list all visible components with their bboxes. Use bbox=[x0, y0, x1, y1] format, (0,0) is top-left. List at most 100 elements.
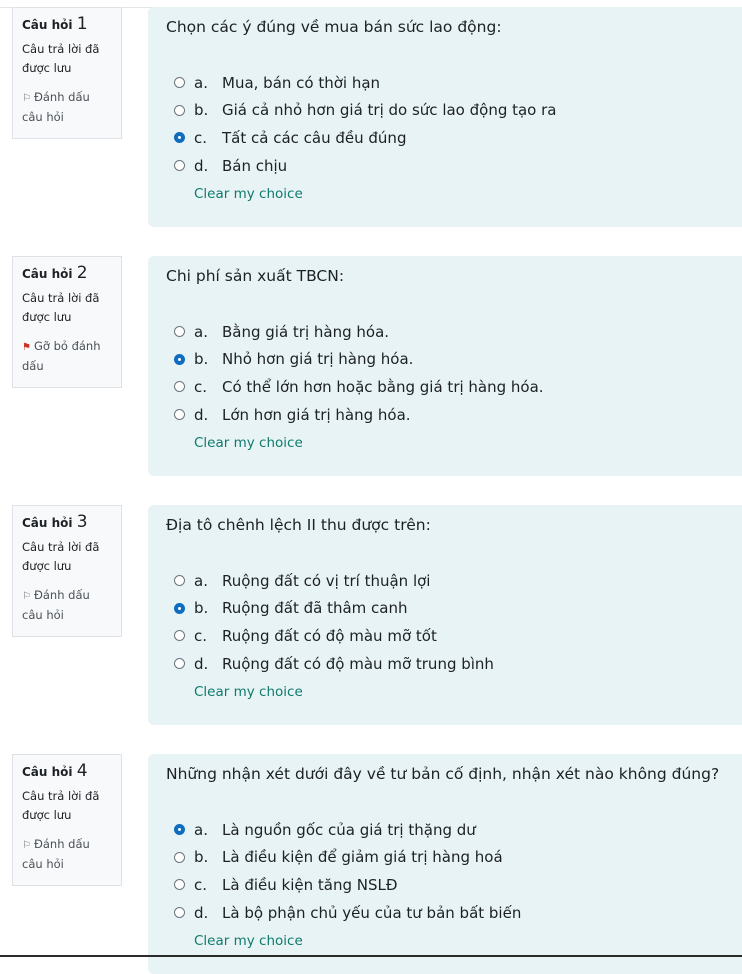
flag-question-link[interactable]: ⚐ Đánh dấu câu hỏi bbox=[22, 835, 112, 874]
unflag-question-link[interactable]: ⚑ Gỡ bỏ đánh dấu bbox=[22, 337, 112, 376]
answer-text: Là điều kiện để giảm giá trị hàng hoá bbox=[222, 848, 503, 867]
answer-radio-selected[interactable] bbox=[174, 602, 185, 614]
answer-text: Ruộng đất đã thâm canh bbox=[222, 599, 408, 618]
answer-text: Mua, bán có thời hạn bbox=[222, 73, 381, 92]
answer-list: a. Bằng giá trị hàng hóa. b. Nhỏ hơn giá… bbox=[166, 318, 742, 428]
question-number-heading: Câu hỏi 1 bbox=[22, 14, 112, 35]
question-info: Câu hỏi 4 Câu trả lời đã được lưu ⚐ Đánh … bbox=[12, 754, 122, 886]
answer-option-c[interactable]: c. Ruộng đất có độ màu mỡ tốt bbox=[166, 622, 742, 650]
clear-choice-link[interactable]: Clear my choice bbox=[194, 932, 742, 950]
answer-option-c[interactable]: c. Có thể lớn hơn hoặc bằng giá trị hàng… bbox=[166, 373, 742, 401]
answer-text: Là bộ phận chủ yếu của tư bản bất biến bbox=[222, 903, 522, 922]
answer-list: a. Là nguồn gốc của giá trị thặng dư b. … bbox=[166, 816, 742, 926]
flag-label: Đánh dấu câu hỏi bbox=[22, 588, 90, 622]
flag-outline-icon: ⚐ bbox=[22, 840, 31, 851]
answer-option-c[interactable]: c. Tất cả các câu đều đúng bbox=[166, 124, 742, 152]
answer-option-d[interactable]: d. Ruộng đất có độ màu mỡ trung bình bbox=[166, 650, 742, 678]
answer-radio[interactable] bbox=[174, 851, 185, 863]
answer-text: Tất cả các câu đều đúng bbox=[222, 128, 407, 147]
answer-letter: c. bbox=[194, 626, 208, 645]
answer-letter: a. bbox=[194, 73, 208, 92]
answer-text: Có thể lớn hơn hoặc bằng giá trị hàng hó… bbox=[222, 377, 544, 396]
answer-text: Ruộng đất có độ màu mỡ tốt bbox=[222, 626, 437, 645]
answer-radio-selected[interactable] bbox=[174, 353, 185, 365]
question-content: Địa tô chênh lệch II thu được trên: a. R… bbox=[148, 505, 742, 725]
flag-question-link[interactable]: ⚐ Đánh dấu câu hỏi bbox=[22, 88, 112, 127]
answer-letter: a. bbox=[194, 820, 208, 839]
answer-letter: c. bbox=[194, 875, 208, 894]
question-number: 1 bbox=[76, 14, 88, 34]
question-number-heading: Câu hỏi 3 bbox=[22, 512, 112, 533]
question-state: Câu trả lời đã được lưu bbox=[22, 42, 100, 75]
answer-radio[interactable] bbox=[174, 77, 185, 89]
answer-option-b[interactable]: b. Giá cả nhỏ hơn giá trị do sức lao độn… bbox=[166, 97, 742, 125]
question-label: Câu hỏi bbox=[22, 516, 73, 530]
answer-letter: b. bbox=[194, 350, 209, 369]
flag-label: Đánh dấu câu hỏi bbox=[22, 837, 90, 871]
answer-letter: b. bbox=[194, 599, 209, 618]
answer-letter: b. bbox=[194, 101, 209, 120]
answer-option-d[interactable]: d. Bán chịu bbox=[166, 152, 742, 180]
question-state: Câu trả lời đã được lưu bbox=[22, 540, 100, 573]
question-content: Những nhận xét dưới đây về tư bản cố địn… bbox=[148, 754, 742, 974]
answer-radio-selected[interactable] bbox=[174, 824, 185, 836]
answer-radio[interactable] bbox=[174, 160, 185, 172]
question-state: Câu trả lời đã được lưu bbox=[22, 789, 100, 822]
answer-text: Bán chịu bbox=[222, 156, 288, 175]
answer-radio[interactable] bbox=[174, 907, 185, 919]
answer-option-c[interactable]: c. Là điều kiện tăng NSLĐ bbox=[166, 871, 742, 899]
answer-list: a. Ruộng đất có vị trí thuận lợi b. Ruộn… bbox=[166, 567, 742, 677]
answer-radio[interactable] bbox=[174, 104, 185, 116]
answer-letter: a. bbox=[194, 571, 208, 590]
answer-text: Lớn hơn giá trị hàng hóa. bbox=[222, 405, 411, 424]
question-number: 4 bbox=[76, 761, 88, 781]
clear-choice-link[interactable]: Clear my choice bbox=[194, 185, 742, 203]
answer-option-a[interactable]: a. Ruộng đất có vị trí thuận lợi bbox=[166, 567, 742, 595]
clear-choice-link[interactable]: Clear my choice bbox=[194, 683, 742, 701]
question-text: Những nhận xét dưới đây về tư bản cố địn… bbox=[166, 765, 720, 783]
flag-outline-icon: ⚐ bbox=[22, 591, 31, 602]
answer-radio[interactable] bbox=[174, 409, 185, 421]
question-number-heading: Câu hỏi 2 bbox=[22, 263, 112, 284]
answer-option-b[interactable]: b. Là điều kiện để giảm giá trị hàng hoá bbox=[166, 844, 742, 872]
answer-text: Là điều kiện tăng NSLĐ bbox=[222, 875, 398, 894]
answer-radio[interactable] bbox=[174, 575, 185, 587]
question-info: Câu hỏi 3 Câu trả lời đã được lưu ⚐ Đánh … bbox=[12, 505, 122, 637]
answer-letter: c. bbox=[194, 128, 208, 147]
answer-letter: d. bbox=[194, 903, 209, 922]
question-state: Câu trả lời đã được lưu bbox=[22, 291, 100, 324]
answer-letter: c. bbox=[194, 377, 208, 396]
answer-radio[interactable] bbox=[174, 326, 185, 338]
question-number: 2 bbox=[76, 263, 88, 283]
answer-radio[interactable] bbox=[174, 658, 185, 670]
answer-letter: a. bbox=[194, 322, 208, 341]
answer-option-d[interactable]: d. Lớn hơn giá trị hàng hóa. bbox=[166, 401, 742, 429]
answer-text: Là nguồn gốc của giá trị thặng dư bbox=[222, 820, 476, 839]
flag-question-link[interactable]: ⚐ Đánh dấu câu hỏi bbox=[22, 586, 112, 625]
question-number: 3 bbox=[76, 512, 88, 532]
answer-list: a. Mua, bán có thời hạn b. Giá cả nhỏ hơ… bbox=[166, 69, 742, 179]
answer-letter: d. bbox=[194, 156, 209, 175]
clear-choice-link[interactable]: Clear my choice bbox=[194, 434, 742, 452]
answer-option-a[interactable]: a. Là nguồn gốc của giá trị thặng dư bbox=[166, 816, 742, 844]
answer-option-a[interactable]: a. Mua, bán có thời hạn bbox=[166, 69, 742, 97]
flag-label: Đánh dấu câu hỏi bbox=[22, 90, 90, 124]
answer-option-a[interactable]: a. Bằng giá trị hàng hóa. bbox=[166, 318, 742, 346]
answer-radio[interactable] bbox=[174, 381, 185, 393]
answer-text: Ruộng đất có vị trí thuận lợi bbox=[222, 571, 431, 590]
flag-label: Gỡ bỏ đánh dấu bbox=[22, 339, 101, 373]
question-info: Câu hỏi 2 Câu trả lời đã được lưu ⚑ Gỡ bỏ… bbox=[12, 256, 122, 388]
flag-outline-icon: ⚐ bbox=[22, 93, 31, 104]
answer-radio-selected[interactable] bbox=[174, 132, 185, 144]
question-label: Câu hỏi bbox=[22, 267, 73, 281]
question-label: Câu hỏi bbox=[22, 765, 73, 779]
question-label: Câu hỏi bbox=[22, 18, 73, 32]
answer-option-d[interactable]: d. Là bộ phận chủ yếu của tư bản bất biế… bbox=[166, 899, 742, 927]
answer-option-b[interactable]: b. Ruộng đất đã thâm canh bbox=[166, 595, 742, 623]
answer-radio[interactable] bbox=[174, 630, 185, 642]
question-info: Câu hỏi 1 Câu trả lời đã được lưu ⚐ Đánh … bbox=[12, 7, 122, 139]
answer-radio[interactable] bbox=[174, 879, 185, 891]
question-content: Chi phí sản xuất TBCN: a. Bằng giá trị h… bbox=[148, 256, 742, 476]
question-content: Chọn các ý đúng về mua bán sức lao động:… bbox=[148, 7, 742, 227]
answer-option-b[interactable]: b. Nhỏ hơn giá trị hàng hóa. bbox=[166, 346, 742, 374]
